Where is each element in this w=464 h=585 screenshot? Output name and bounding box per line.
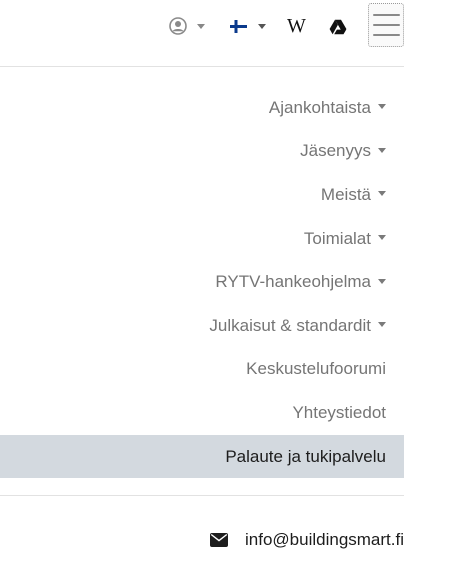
nav-item-keskustelufoorumi[interactable]: Keskustelufoorumi bbox=[0, 348, 404, 392]
wikipedia-icon: W bbox=[287, 15, 306, 37]
email-link[interactable]: info@buildingsmart.fi bbox=[210, 528, 404, 552]
chevron-down-icon bbox=[378, 191, 386, 197]
nav-item-label: RYTV-hankeohjelma bbox=[215, 272, 371, 292]
nav-item-jasenyys[interactable]: Jäsenyys bbox=[0, 130, 404, 174]
nav-item-label: Toimialat bbox=[303, 228, 371, 248]
divider bbox=[0, 495, 404, 496]
menu-toggle-button[interactable] bbox=[368, 3, 404, 47]
chevron-down-icon bbox=[378, 322, 386, 328]
nav-item-label: Julkaisut & standardit bbox=[209, 315, 371, 335]
chevron-down-icon bbox=[378, 235, 386, 241]
user-menu-toggle[interactable] bbox=[169, 16, 205, 36]
drive-link[interactable] bbox=[329, 17, 347, 37]
user-circle-icon bbox=[169, 17, 187, 35]
nav-item-label: Keskustelufoorumi bbox=[246, 359, 386, 379]
language-menu-toggle[interactable] bbox=[230, 16, 266, 36]
google-drive-icon bbox=[329, 19, 347, 35]
nav-item-julkaisut-standardit[interactable]: Julkaisut & standardit bbox=[0, 304, 404, 348]
top-bar: W bbox=[0, 0, 404, 67]
nav-item-ajankohtaista[interactable]: Ajankohtaista bbox=[0, 86, 404, 130]
wiki-link[interactable]: W bbox=[287, 14, 306, 38]
nav-item-label: Ajankohtaista bbox=[268, 97, 371, 117]
nav-item-label: Palaute ja tukipalvelu bbox=[225, 446, 386, 466]
nav-item-rytv-hankeohjelma[interactable]: RYTV-hankeohjelma bbox=[0, 260, 404, 304]
chevron-down-icon bbox=[197, 23, 205, 29]
chevron-down-icon bbox=[378, 104, 386, 110]
nav-item-palaute-ja-tukipalvelu[interactable]: Palaute ja tukipalvelu bbox=[0, 434, 404, 479]
chevron-down-icon bbox=[378, 278, 386, 284]
email-address: info@buildingsmart.fi bbox=[245, 530, 404, 549]
chevron-down-icon bbox=[378, 147, 386, 153]
nav-item-label: Jäsenyys bbox=[300, 141, 371, 161]
nav-item-meista[interactable]: Meistä bbox=[0, 173, 404, 217]
nav-item-label: Meistä bbox=[320, 184, 371, 204]
nav-item-yhteystiedot[interactable]: Yhteystiedot bbox=[0, 391, 404, 435]
mobile-nav-panel: W Ajankohtaista Jäsenyys Meistä Toimiala… bbox=[0, 0, 404, 585]
main-nav: Ajankohtaista Jäsenyys Meistä Toimialat … bbox=[0, 86, 404, 479]
page: W Ajankohtaista Jäsenyys Meistä Toimiala… bbox=[0, 0, 464, 585]
chevron-down-icon bbox=[258, 23, 266, 29]
envelope-icon bbox=[210, 533, 228, 547]
nav-item-label: Yhteystiedot bbox=[292, 402, 386, 422]
finnish-flag-icon bbox=[230, 19, 247, 33]
nav-item-toimialat[interactable]: Toimialat bbox=[0, 217, 404, 261]
